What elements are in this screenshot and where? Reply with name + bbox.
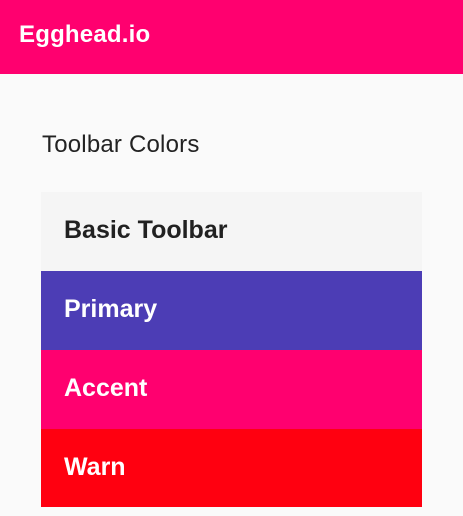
accent-toolbar: Accent bbox=[41, 350, 422, 429]
app-title: Egghead.io bbox=[19, 21, 151, 48]
accent-toolbar-label: Accent bbox=[64, 374, 148, 402]
basic-toolbar: Basic Toolbar bbox=[41, 192, 422, 271]
primary-toolbar: Primary bbox=[41, 271, 422, 350]
primary-toolbar-label: Primary bbox=[64, 295, 158, 323]
warn-toolbar-label: Warn bbox=[64, 452, 126, 481]
section-title: Toolbar Colors bbox=[42, 131, 200, 158]
warn-toolbar: Warn bbox=[41, 429, 422, 507]
toolbar-list: Basic Toolbar Primary Accent Warn bbox=[41, 192, 422, 507]
basic-toolbar-label: Basic Toolbar bbox=[64, 216, 228, 244]
app-toolbar: Egghead.io bbox=[0, 0, 463, 74]
